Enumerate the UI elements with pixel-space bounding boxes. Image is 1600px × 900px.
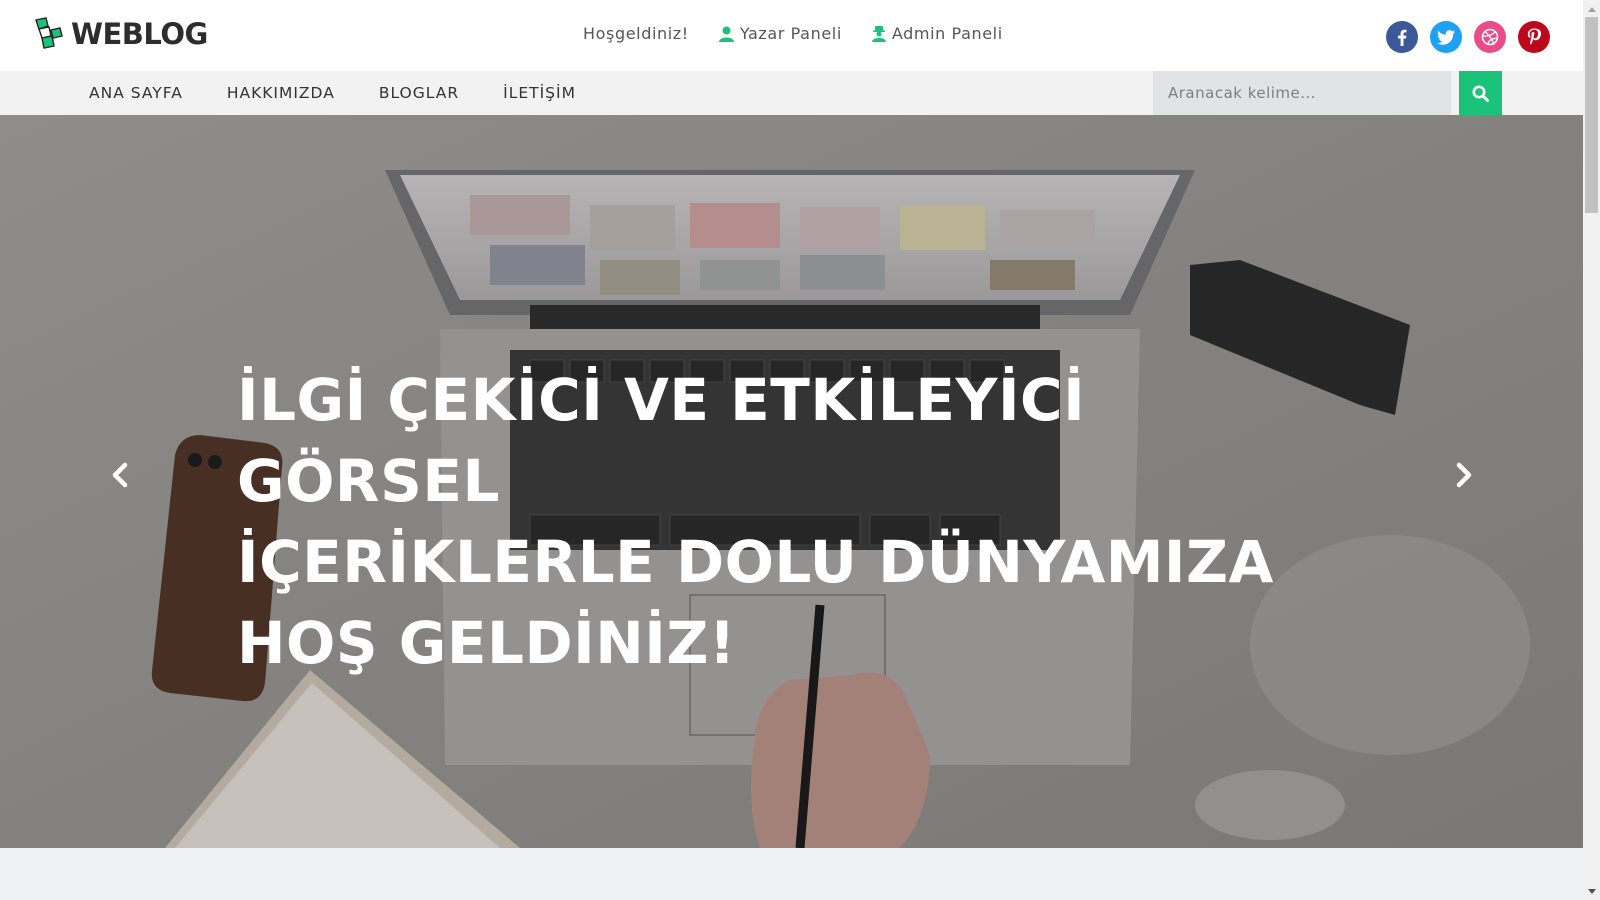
author-panel-link[interactable]: Yazar Paneli: [718, 24, 842, 43]
user-icon: [718, 26, 734, 42]
twitter-button[interactable]: [1430, 21, 1462, 53]
logo-text: WEBLOG: [71, 17, 208, 51]
slider-prev-button[interactable]: [105, 460, 135, 490]
hero-title-line-2: İÇERİKLERLE DOLU DÜNYAMIZA: [237, 528, 1274, 596]
menu-item-home[interactable]: ANA SAYFA: [89, 84, 183, 102]
logo-icon: [35, 17, 63, 49]
hero-title-line-3: HOŞ GELDİNİZ!: [237, 609, 736, 677]
welcome-link[interactable]: Hoşgeldiniz!: [583, 24, 689, 43]
page: WEBLOG Hoşgeldiniz! Yazar Paneli Admin P…: [0, 0, 1583, 900]
caret-down-icon: [1587, 888, 1596, 894]
facebook-button[interactable]: [1386, 21, 1418, 53]
search-icon: [1472, 85, 1489, 102]
content-area: [0, 848, 1583, 900]
page-scrollbar[interactable]: [1583, 0, 1600, 900]
scroll-down-button[interactable]: [1583, 883, 1600, 900]
admin-panel-label: Admin Paneli: [891, 24, 1003, 43]
twitter-icon: [1437, 29, 1455, 45]
user-secret-icon: [871, 25, 886, 42]
pinterest-button[interactable]: [1518, 21, 1550, 53]
hero-title-line-1: İLGİ ÇEKİCİ VE ETKİLEYİCİ GÖRSEL: [237, 366, 1086, 515]
top-header: WEBLOG Hoşgeldiniz! Yazar Paneli Admin P…: [0, 0, 1583, 71]
dribbble-icon: [1481, 28, 1499, 46]
top-nav: Hoşgeldiniz! Yazar Paneli Admin Paneli: [583, 24, 1033, 43]
social-links: [1386, 21, 1562, 53]
chevron-right-icon: [1456, 462, 1472, 488]
scroll-up-button[interactable]: [1583, 0, 1600, 17]
welcome-label: Hoşgeldiniz!: [583, 24, 689, 43]
menu-item-blogs[interactable]: BLOGLAR: [379, 84, 459, 102]
main-menu: ANA SAYFA HAKKIMIZDA BLOGLAR İLETİŞİM: [89, 71, 620, 115]
site-logo[interactable]: WEBLOG: [33, 16, 208, 52]
search-button[interactable]: [1459, 71, 1502, 115]
caret-up-icon: [1587, 6, 1596, 12]
slider-next-button[interactable]: [1449, 460, 1479, 490]
scrollbar-thumb[interactable]: [1585, 17, 1598, 213]
menu-item-contact[interactable]: İLETİŞİM: [503, 84, 576, 102]
dribbble-button[interactable]: [1474, 21, 1506, 53]
hero-slider: İLGİ ÇEKİCİ VE ETKİLEYİCİ GÖRSEL İÇERİKL…: [0, 115, 1583, 848]
admin-panel-link[interactable]: Admin Paneli: [871, 24, 1003, 43]
author-panel-label: Yazar Paneli: [739, 24, 842, 43]
main-menu-bar: ANA SAYFA HAKKIMIZDA BLOGLAR İLETİŞİM: [0, 71, 1583, 115]
search-input[interactable]: [1153, 71, 1451, 115]
pinterest-icon: [1527, 28, 1541, 45]
chevron-left-icon: [112, 462, 128, 488]
menu-item-about[interactable]: HAKKIMIZDA: [227, 84, 335, 102]
facebook-icon: [1398, 29, 1407, 46]
hero-title: İLGİ ÇEKİCİ VE ETKİLEYİCİ GÖRSEL İÇERİKL…: [237, 360, 1287, 684]
